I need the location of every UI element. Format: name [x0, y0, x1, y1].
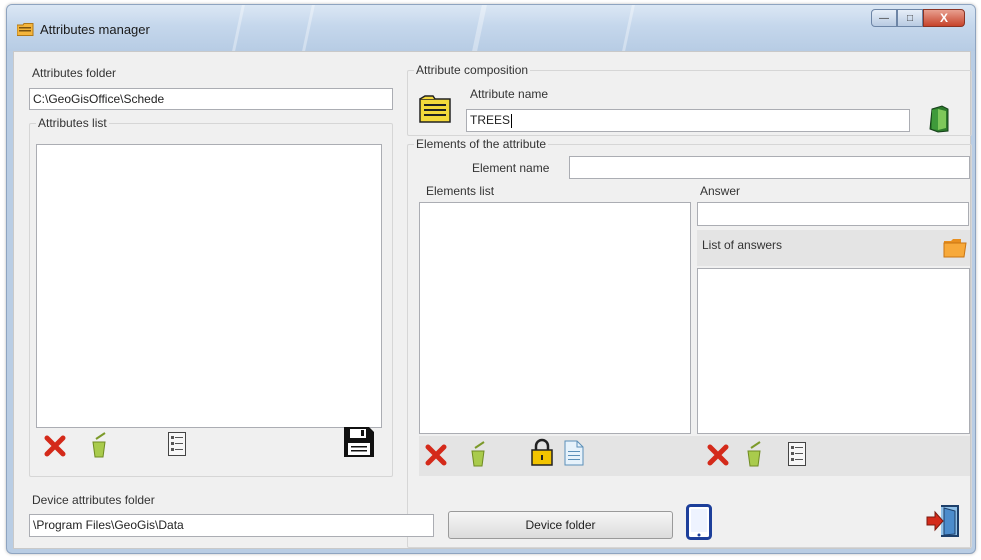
client-area: Attributes folder C:\GeoGisOffice\Schede…	[13, 51, 972, 549]
elements-toolbar-band	[419, 436, 970, 476]
list-of-answers-label: List of answers	[702, 238, 783, 252]
attributes-folder-field[interactable]: C:\GeoGisOffice\Schede	[29, 88, 393, 110]
exit-icon[interactable]	[926, 504, 960, 538]
answer-field[interactable]	[697, 202, 969, 226]
device-folder-field[interactable]: \Program Files\GeoGis\Data	[29, 514, 434, 537]
elements-list-label: Elements list	[426, 184, 495, 198]
elements-group-label: Elements of the attribute	[414, 137, 549, 151]
attribute-name-label: Attribute name	[470, 87, 549, 101]
answer-label: Answer	[700, 184, 741, 198]
elements-list[interactable]	[419, 202, 691, 434]
attributes-folder-label: Attributes folder	[32, 66, 117, 80]
delete-element-icon[interactable]	[425, 444, 447, 466]
lock-icon[interactable]	[531, 438, 553, 466]
window-title: Attributes manager	[40, 22, 150, 37]
save-icon[interactable]	[343, 426, 375, 458]
recycle-element-icon[interactable]	[469, 439, 487, 467]
delete-answer-icon[interactable]	[707, 444, 729, 466]
folder-book-icon[interactable]	[419, 95, 451, 123]
folder-icon	[17, 23, 34, 36]
attribute-name-value: TREES	[470, 113, 511, 127]
list-attributes-icon[interactable]	[168, 432, 186, 456]
element-name-field[interactable]	[569, 156, 970, 179]
attribute-name-field[interactable]: TREES	[466, 109, 910, 132]
attributes-list-label: Attributes list	[36, 116, 109, 130]
document-icon[interactable]	[564, 440, 584, 466]
close-button[interactable]: X	[923, 9, 965, 27]
maximize-button[interactable]: □	[897, 9, 923, 27]
tablet-icon[interactable]	[686, 504, 712, 540]
title-bar[interactable]: Attributes manager — □ X	[7, 5, 975, 51]
attributes-list[interactable]	[36, 144, 382, 428]
element-name-label: Element name	[472, 161, 550, 175]
recycle-attribute-icon[interactable]	[90, 430, 108, 458]
delete-attribute-icon[interactable]	[44, 435, 66, 457]
list-answers-icon[interactable]	[788, 442, 806, 466]
recycle-answer-icon[interactable]	[745, 439, 763, 467]
attribute-composition-label: Attribute composition	[414, 63, 531, 77]
book-icon[interactable]	[928, 105, 950, 133]
answers-list[interactable]	[697, 268, 970, 434]
device-folder-label: Device attributes folder	[32, 493, 155, 507]
open-folder-icon[interactable]	[943, 238, 967, 258]
device-folder-button[interactable]: Device folder	[448, 511, 673, 539]
attributes-manager-window: Attributes manager — □ X Attributes fold…	[6, 4, 976, 554]
minimize-button[interactable]: —	[871, 9, 897, 27]
